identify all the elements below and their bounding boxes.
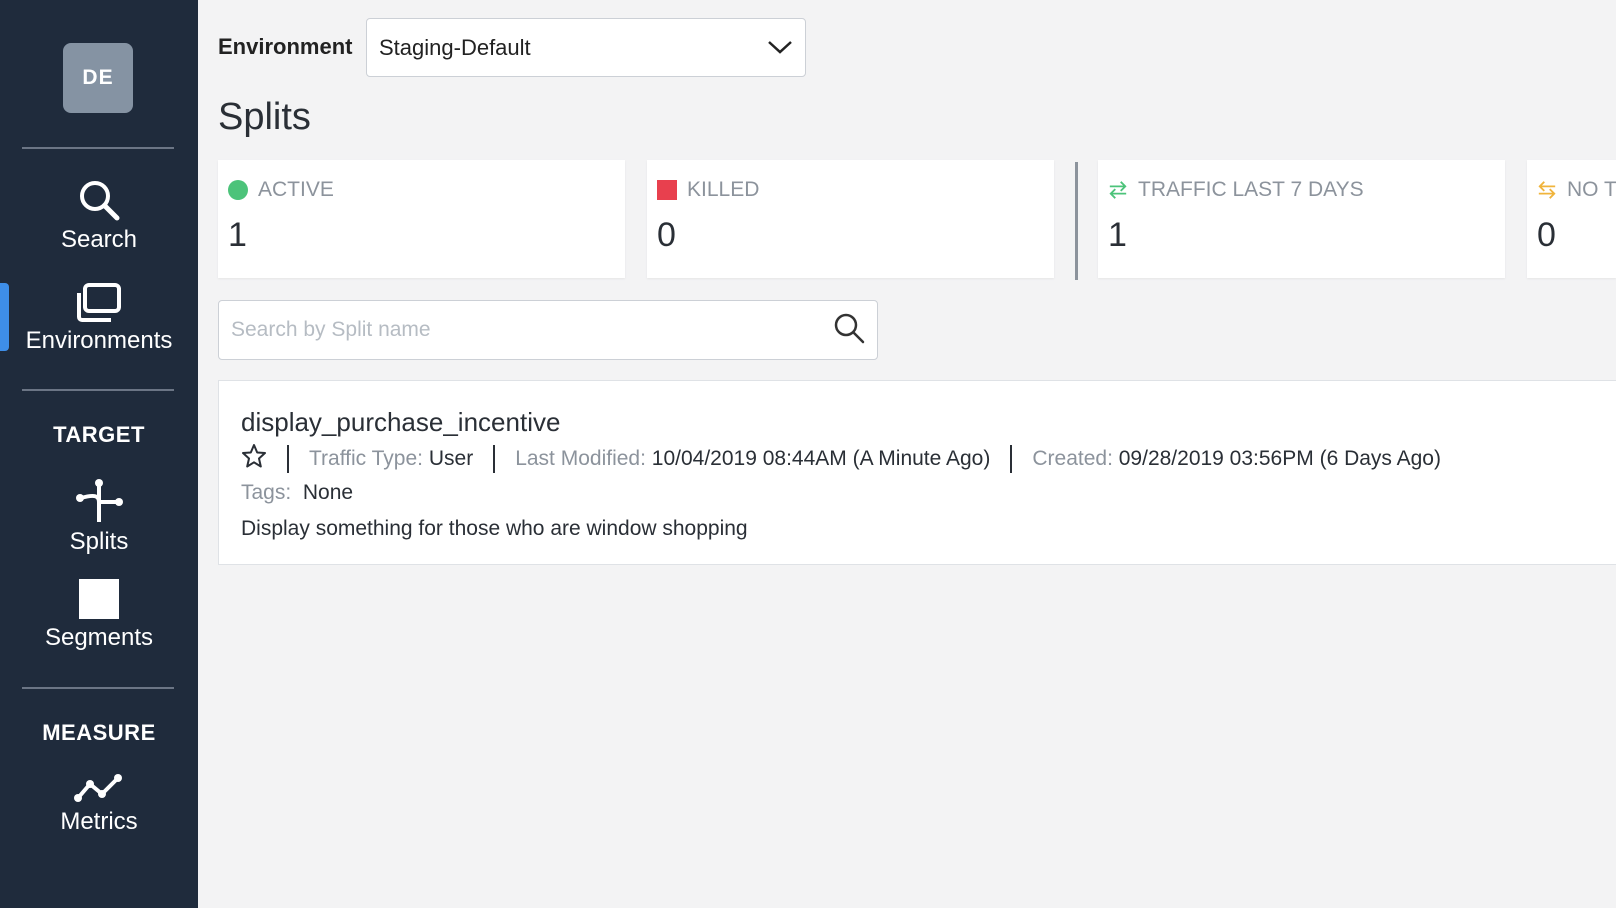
stat-value: 0 [1537,216,1556,254]
search-icon [77,178,121,222]
split-list-item[interactable]: display_purchase_incentive Traffic Type:… [218,380,1616,565]
tags-label: Tags: [241,481,292,504]
splits-icon [75,478,123,524]
green-dot-icon [228,180,248,200]
sidebar-item-label: Environments [25,327,173,354]
tags-value: None [302,481,354,504]
split-tags: Tags: None [241,481,353,505]
environment-select[interactable]: Staging-Default [366,18,806,77]
environment-label: Environment [218,34,353,59]
no-traffic-arrows-icon [1537,180,1557,200]
sidebar-item-search[interactable]: Search [0,178,198,254]
stat-value: 0 [657,216,676,254]
avatar[interactable]: DE [63,43,133,113]
sidebar-item-label: Metrics [60,808,138,835]
red-square-icon [657,180,677,200]
stat-label: NO T [1567,178,1616,201]
meta-separator [1010,445,1013,473]
stat-label: ACTIVE [258,178,334,201]
split-search[interactable] [218,300,878,360]
environment-selected-value: Staging-Default [379,34,531,60]
stat-value: 1 [1108,216,1127,254]
section-heading-measure: MEASURE [42,720,156,745]
stat-label: TRAFFIC LAST 7 DAYS [1138,178,1364,201]
sidebar-item-metrics[interactable]: Metrics [0,772,198,836]
last-modified-value: 10/04/2019 08:44AM (A Minute Ago) [651,447,991,470]
environments-icon [76,283,122,323]
search-icon[interactable] [833,312,865,349]
traffic-arrows-icon [1108,180,1128,200]
split-name[interactable]: display_purchase_incentive [241,407,560,438]
traffic-type-value: User [428,447,474,470]
stat-value: 1 [228,216,247,254]
stat-card-no-traffic[interactable]: NO T 0 [1527,160,1616,278]
last-modified-label: Last Modified: [515,447,646,470]
segments-icon [78,578,120,620]
sidebar: DE Search Environments TARGET Splits Seg… [0,0,198,908]
section-heading-target: TARGET [53,422,145,447]
sidebar-divider [22,147,174,149]
sidebar-item-label: Splits [69,528,129,555]
stat-card-active[interactable]: ACTIVE 1 [218,160,625,278]
sidebar-divider [22,389,174,391]
stat-card-killed[interactable]: KILLED 0 [647,160,1054,278]
stat-card-traffic[interactable]: TRAFFIC LAST 7 DAYS 1 [1098,160,1505,278]
sidebar-item-environments[interactable]: Environments [0,283,198,355]
metrics-icon [74,772,124,804]
meta-separator [287,445,289,473]
stat-label: KILLED [687,178,760,201]
traffic-type-label: Traffic Type: [309,447,423,470]
meta-separator [493,445,496,473]
sidebar-item-segments[interactable]: Segments [0,578,198,652]
created-label: Created: [1032,447,1113,470]
stat-divider [1075,162,1078,280]
page-title: Splits [218,96,311,138]
chevron-down-icon [767,35,793,61]
created-value: 09/28/2019 03:56PM (6 Days Ago) [1118,447,1441,470]
sidebar-divider [22,687,174,689]
split-search-input[interactable] [231,318,833,342]
sidebar-item-label: Segments [44,624,154,651]
star-icon[interactable] [241,443,267,475]
sidebar-item-label: Search [60,226,138,253]
sidebar-item-splits[interactable]: Splits [0,478,198,556]
split-meta-row: Traffic Type: User Last Modified: 10/04/… [241,443,1441,475]
split-description: Display something for those who are wind… [241,517,748,540]
